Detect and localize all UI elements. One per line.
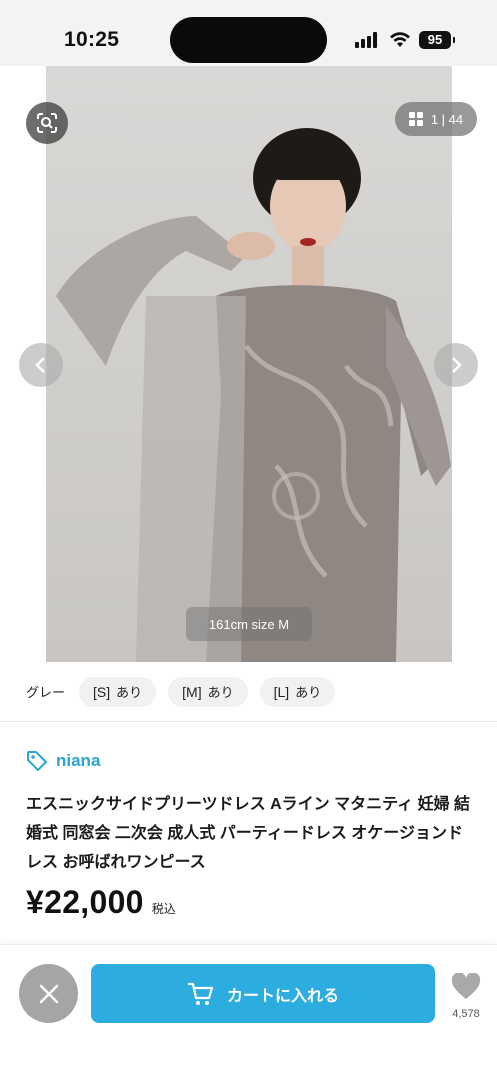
size-label: [S] — [93, 683, 111, 700]
color-label: グレー — [26, 685, 66, 700]
stock-label: あり — [207, 685, 234, 700]
close-icon — [39, 984, 58, 1003]
size-chip-l[interactable]: [L] あり — [259, 676, 336, 707]
size-chip-s[interactable]: [S] あり — [79, 676, 157, 707]
stock-label: あり — [295, 685, 322, 700]
battery-icon: 95 — [419, 31, 455, 49]
size-label: [L] — [273, 683, 290, 700]
add-to-cart-label: カートに入れる — [226, 987, 339, 1005]
price-value: ¥22,000 — [26, 884, 144, 920]
stock-label: あり — [116, 685, 143, 700]
price-block: ¥22,000 税込 — [26, 884, 176, 921]
close-button[interactable] — [19, 964, 78, 1023]
product-gallery[interactable]: 1 | 44 161cm size M — [0, 66, 497, 662]
favorite-button[interactable]: 4,578 — [446, 972, 486, 1020]
previous-image-button[interactable] — [19, 343, 63, 387]
image-search-icon — [37, 113, 57, 133]
tax-label: 税込 — [151, 902, 176, 916]
image-counter-button[interactable]: 1 | 44 — [395, 102, 477, 136]
next-image-button[interactable] — [434, 343, 478, 387]
brand-name: niana — [56, 751, 101, 770]
cart-icon — [187, 982, 214, 1005]
status-time: 10:25 — [64, 28, 120, 51]
size-label: [M] — [182, 683, 202, 700]
status-bar: 10:25 95 — [0, 0, 497, 66]
image-counter: 1 | 44 — [430, 111, 464, 127]
wifi-icon — [390, 32, 410, 47]
bottom-action-bar: カートに入れる 4,578 — [0, 944, 497, 1080]
grid-icon — [408, 112, 423, 126]
product-title: エスニックサイドプリーツドレス Aライン マタニティ 妊婦 結婚式 同窓会 二次… — [26, 796, 471, 871]
signal-icon — [355, 32, 381, 48]
product-info: niana エスニックサイドプリーツドレス Aライン マタニティ 妊婦 結婚式 … — [0, 722, 497, 944]
favorite-count: 4,578 — [452, 1008, 480, 1020]
add-to-cart-button[interactable]: カートに入れる — [91, 964, 435, 1023]
tag-icon — [27, 751, 47, 771]
brand-link[interactable]: niana — [26, 750, 100, 772]
dynamic-island — [170, 17, 327, 63]
model-illustration — [56, 128, 451, 662]
image-search-button[interactable] — [26, 102, 68, 144]
heart-icon — [451, 972, 481, 999]
chevron-left-icon — [35, 357, 45, 373]
product-photo[interactable] — [46, 66, 452, 662]
size-chip-m[interactable]: [M] あり — [168, 676, 248, 707]
variant-selector: グレー [S] あり [M] あり [L] あり — [0, 662, 497, 722]
model-size-caption: 161cm size M — [186, 607, 312, 641]
chevron-right-icon — [452, 357, 462, 373]
